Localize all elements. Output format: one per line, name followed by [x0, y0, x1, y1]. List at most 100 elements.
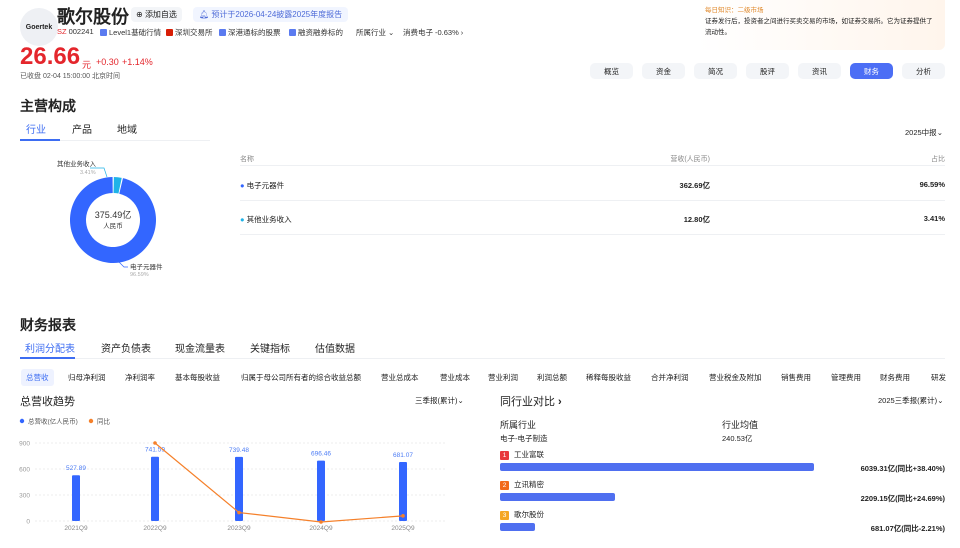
peer-name-row[interactable]: 1 工业富联: [500, 449, 544, 460]
industry-label: 所属行业: [356, 28, 386, 37]
metric-tab-0[interactable]: 总营收: [21, 369, 54, 386]
nav-tab-6[interactable]: 分析: [902, 63, 945, 79]
chevron-right-icon: ›: [460, 28, 464, 37]
flag-icon: [166, 29, 173, 36]
col-name: 名称: [240, 156, 254, 163]
nav-tab-3[interactable]: 股评: [746, 63, 789, 79]
metric-tab-1[interactable]: 归母净利润: [68, 372, 106, 383]
bar-value-label: 696.46: [311, 451, 331, 458]
nav-tab-0[interactable]: 概览: [590, 63, 633, 79]
peer-name-row[interactable]: 3 歌尔股份: [500, 509, 544, 520]
metric-tab-14[interactable]: 财务费用: [880, 372, 910, 383]
tab-product[interactable]: 产品: [72, 121, 92, 136]
market-badge: SZ: [57, 27, 67, 36]
chevron-down-icon: ⌄: [388, 28, 395, 37]
connect-icon: [219, 29, 226, 36]
yoy-line: [154, 442, 404, 523]
finance-tab-1[interactable]: 资产负债表: [101, 340, 151, 355]
nav-tab-1[interactable]: 资金: [642, 63, 685, 79]
segment-pct: 3.41%: [923, 214, 945, 223]
finance-tab-2[interactable]: 现金流量表: [175, 340, 225, 355]
chevron-down-icon: ⌄: [936, 128, 943, 137]
chevron-right-icon: ›: [555, 396, 562, 408]
market-status: 已收盘 02-04 15:00:00 北京时间: [20, 73, 120, 80]
yoy-point: [237, 510, 241, 515]
tag-margin[interactable]: 融资融券标的: [289, 27, 343, 38]
peer-period-dropdown[interactable]: 2025三季报(累计)⌄: [878, 395, 943, 406]
period-dropdown[interactable]: 2025中报⌄: [905, 127, 943, 138]
peer-period-label: 2025三季报(累计): [878, 396, 938, 405]
metric-tab-4[interactable]: 归属于母公司所有者的综合收益总额: [241, 372, 361, 383]
peer-bar: [500, 493, 615, 501]
x-tick-label: 2025Q9: [391, 525, 415, 532]
finance-tab-4[interactable]: 估值数据: [315, 340, 355, 355]
legend-revenue-marker: [19, 418, 25, 424]
peer-compare-link[interactable]: 同行业对比 ›: [500, 393, 562, 409]
metric-tab-12[interactable]: 销售费用: [781, 372, 811, 383]
metric-tab-3[interactable]: 基本每股收益: [175, 372, 220, 383]
finance-title: 财务报表: [20, 317, 76, 333]
donut-pct-main: 96.59%: [130, 272, 149, 278]
nav-tab-2[interactable]: 简况: [694, 63, 737, 79]
finance-tab-0[interactable]: 利润分配表: [25, 340, 75, 355]
industry-dropdown[interactable]: 所属行业 ⌄: [356, 27, 394, 38]
bar-value-label: 739.48: [229, 447, 249, 454]
level1-icon: [100, 29, 107, 36]
add-watchlist-button[interactable]: ⊕ 添加自选: [131, 7, 182, 22]
bar-value-label: 527.89: [66, 465, 86, 472]
industry-avg-label: 行业均值: [722, 420, 759, 430]
bar-value-label: 681.07: [393, 452, 413, 459]
composition-row-name: ● 其他业务收入: [240, 214, 292, 225]
price-unit: 元: [82, 60, 92, 70]
composition-donut: 其他业务收入 3.41% 电子元器件 96.59% 375.49亿 人民币: [57, 159, 163, 278]
tag-connect[interactable]: 深港通标的股票: [219, 27, 281, 38]
revenue-bar: [72, 475, 80, 521]
legend-yoy-marker: [88, 418, 94, 424]
bar-value-label: 741.59: [145, 447, 165, 454]
industry-link[interactable]: 消费电子 -0.63% ›: [403, 27, 463, 38]
stock-code: 002241: [68, 27, 94, 36]
margin-icon: [289, 29, 296, 36]
price-change: +0.30: [96, 57, 119, 67]
peer-name: 工业富联: [514, 450, 544, 459]
chevron-down-icon: ⌄: [457, 396, 464, 405]
peer-name-row[interactable]: 2 立讯精密: [500, 479, 544, 490]
trend-period-label: 三季报(累计): [415, 396, 458, 405]
y-tick-label: 0: [26, 519, 30, 526]
nav-tab-5[interactable]: 财务: [850, 63, 893, 79]
metric-tab-9[interactable]: 稀释每股收益: [586, 372, 631, 383]
trend-period-dropdown[interactable]: 三季报(累计)⌄: [415, 395, 464, 406]
industry-label: 所属行业: [500, 420, 537, 430]
industry-avg: 240.53亿: [722, 434, 753, 443]
col-pct: 占比: [931, 156, 945, 163]
metric-tab-6[interactable]: 营业成本: [440, 372, 470, 383]
metric-tab-8[interactable]: 利润总额: [537, 372, 567, 383]
stock-name: 歌尔股份: [57, 7, 129, 27]
metric-tab-7[interactable]: 营业利润: [488, 372, 518, 383]
metric-tab-5[interactable]: 营业总成本: [381, 372, 419, 383]
tab-industry[interactable]: 行业: [26, 121, 46, 136]
report-notice[interactable]: 🔔︎ 预计于2026-04-24披露2025年度报告: [193, 7, 349, 22]
yoy-point: [401, 514, 405, 518]
segment-revenue: 12.80亿: [683, 215, 710, 224]
metric-tab-11[interactable]: 营业税金及附加: [709, 372, 762, 383]
metric-tab-10[interactable]: 合并净利润: [651, 372, 689, 383]
metric-tab-13[interactable]: 管理费用: [831, 372, 861, 383]
finance-tab-3[interactable]: 关键指标: [250, 340, 290, 355]
legend-yoy: 同比: [97, 417, 111, 426]
metric-tab-2[interactable]: 净利润率: [125, 372, 155, 383]
tag-exchange[interactable]: 深圳交易所: [166, 27, 213, 38]
segment-name: 其他业务收入: [246, 215, 292, 224]
industry-change: -0.63%: [435, 28, 459, 37]
daily-knowledge-card: 每日知识：二级市场 证券发行后，投资者之间进行买卖交易的市场，如证券交易所。它为证…: [697, 0, 945, 50]
tab-region[interactable]: 地域: [117, 121, 137, 136]
tag-level1[interactable]: Level1基础行情: [100, 27, 161, 38]
metric-tab-15[interactable]: 研发: [931, 372, 946, 383]
knowledge-body: 证券发行后，投资者之间进行买卖交易的市场，如证券交易所。它为证券提供了流动性。: [705, 18, 933, 36]
plus-circle-icon: ⊕: [136, 10, 145, 19]
donut-center-unit: 人民币: [103, 222, 123, 230]
tag-label: 深港通标的股票: [228, 28, 281, 37]
nav-tab-4[interactable]: 资讯: [798, 63, 841, 79]
trend-title: 总营收趋势: [20, 396, 75, 408]
y-tick-label: 600: [19, 467, 30, 474]
